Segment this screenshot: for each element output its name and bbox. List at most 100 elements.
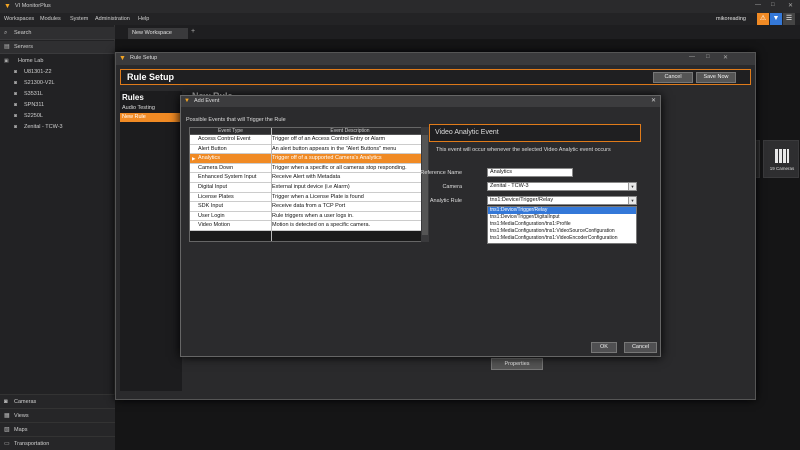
menu-administration[interactable]: Administration xyxy=(95,16,130,22)
mouse-cursor-icon: ↖ xyxy=(574,200,580,206)
filter-icon[interactable]: ▼ xyxy=(770,13,782,25)
event-desc: Trigger off of an Access Control Entry o… xyxy=(272,136,386,142)
table-row[interactable]: Video Motion Motion is detected on a spe… xyxy=(190,221,428,231)
building-icon: ▣ xyxy=(4,58,9,64)
event-desc: An alert button appears in the "Alert Bu… xyxy=(272,145,397,152)
dropdown-option[interactable]: tns1:MediaConfiguration/tns1:VideoEncode… xyxy=(488,235,636,242)
event-type: Enhanced System Input xyxy=(198,174,257,181)
tree-device[interactable]: ◙ Zenital - TCW-3 xyxy=(0,122,115,133)
servers-header[interactable]: ▤ Servers xyxy=(0,41,115,54)
table-row[interactable]: Alert Button An alert button appears in … xyxy=(190,144,428,155)
camera-tile[interactable]: 19 Cameras xyxy=(763,140,799,178)
tree-device[interactable]: ◙ S2250L xyxy=(0,111,115,122)
nav-views[interactable]: ▦ Views xyxy=(0,408,115,422)
rule-item-selected[interactable]: New Rule xyxy=(120,113,182,122)
close-button[interactable]: ✕ xyxy=(723,54,728,61)
minimize-button[interactable]: — xyxy=(755,2,761,8)
tree-site[interactable]: ▣ Home Lab xyxy=(0,56,115,67)
event-type: Analytics xyxy=(198,155,221,162)
analytic-rule-select[interactable]: tns1:Device/Trigger/Relay ▼ xyxy=(487,196,637,205)
search-row[interactable]: ⌕ Search xyxy=(0,27,115,40)
save-now-button[interactable]: Save Now xyxy=(696,72,736,83)
panel-title: Video Analytic Event xyxy=(435,129,499,136)
event-desc: Trigger off of a supported Camera's Anal… xyxy=(272,155,382,162)
tree-device[interactable]: ◙ SPN311 xyxy=(0,100,115,111)
camera-icon: ◙ xyxy=(14,124,18,130)
event-desc: Motion is detected on a specific camera. xyxy=(272,222,371,229)
cancel-button[interactable]: Cancel xyxy=(624,342,657,353)
table-row[interactable]: Access Control Event Trigger off of an A… xyxy=(190,135,428,145)
ok-button[interactable]: OK xyxy=(591,342,617,353)
row-pointer-icon: ▶ xyxy=(192,156,196,162)
camera-select[interactable]: Zenital - TCW-3 ▼ xyxy=(487,182,637,191)
tree-device[interactable]: ◙ S3531L xyxy=(0,89,115,100)
table-row[interactable]: Digital Input External input device (i.e… xyxy=(190,183,428,193)
tree-device[interactable]: ◙ S21300-V2L xyxy=(0,78,115,89)
workspace-tabs xyxy=(115,25,800,39)
alert-bell-icon[interactable]: ⚠ xyxy=(757,13,769,25)
analytic-rule-value: tns1:Device/Trigger/Relay xyxy=(490,197,554,203)
dropdown-option[interactable]: tns1:MediaConfiguration/tns1:VideoSource… xyxy=(488,228,636,235)
reference-name-input[interactable]: Analytics xyxy=(487,168,573,177)
event-type: SDK Input xyxy=(198,203,224,210)
table-row[interactable]: SDK Input Receive data from a TCP Port xyxy=(190,202,428,212)
menu-help[interactable]: Help xyxy=(138,16,149,22)
camera-icon: ◙ xyxy=(14,91,18,97)
add-event-dialog: ▼ Add Event ✕ Possible Events that will … xyxy=(180,95,661,357)
close-icon[interactable]: ✕ xyxy=(651,97,656,104)
app-logo-icon: ▼ xyxy=(184,98,190,104)
menu-workspaces[interactable]: Workspaces xyxy=(4,16,34,22)
grid-icon: ▦ xyxy=(4,413,10,419)
event-type: Alert Button xyxy=(198,145,227,152)
event-desc: Receive Alert with Metadata xyxy=(272,174,341,181)
rule-setup-heading: Rule Setup xyxy=(127,72,175,82)
table-row-selected[interactable]: ▶ Analytics Trigger off of a supported C… xyxy=(190,154,428,164)
maximize-button[interactable]: □ xyxy=(706,54,710,60)
camera-icon: ◙ xyxy=(4,399,8,405)
add-tab-button[interactable]: + xyxy=(191,28,195,35)
user-menu-icon[interactable]: ☰ xyxy=(783,13,795,25)
dropdown-option[interactable]: tns1:MediaConfiguration/tns1:Profile xyxy=(488,221,636,228)
rule-item[interactable]: Audio Testing xyxy=(120,104,182,113)
nav-transportation[interactable]: ▭ Transportation xyxy=(0,436,115,450)
minimize-button[interactable]: — xyxy=(689,54,695,60)
menu-bar: Workspaces Modules System Administration… xyxy=(0,13,800,25)
table-row[interactable]: Enhanced System Input Receive Alert with… xyxy=(190,173,428,183)
nav-maps[interactable]: ▧ Maps xyxy=(0,422,115,436)
table-row[interactable]: Camera Down Trigger when a specific or a… xyxy=(190,163,428,174)
analytic-rule-dropdown-list: tns1:Device/Trigger/Relay tns1:Device/Tr… xyxy=(487,206,637,244)
event-type: License Plates xyxy=(198,193,234,200)
chevron-down-icon[interactable]: ▼ xyxy=(628,183,636,190)
table-row[interactable]: License Plates Trigger when a License Pl… xyxy=(190,192,428,203)
event-type: Camera Down xyxy=(198,164,234,171)
chevron-down-icon[interactable]: ▼ xyxy=(628,197,636,204)
analytic-rule-label: Analytic Rule xyxy=(429,198,462,204)
add-event-title: Add Event xyxy=(194,98,220,104)
properties-button[interactable]: Properties xyxy=(491,358,543,370)
events-table-header: Event Type Event Description xyxy=(190,128,428,135)
column-divider xyxy=(271,128,272,241)
event-desc: Rule triggers when a user logs in. xyxy=(272,212,354,219)
camera-icon: ◙ xyxy=(14,102,18,108)
event-desc: Trigger when a License Plate is found xyxy=(272,193,364,200)
search-icon: ⌕ xyxy=(4,30,8,36)
event-desc: Trigger when a specific or all cameras s… xyxy=(272,164,407,171)
camera-icon: ◙ xyxy=(14,80,18,86)
tab-new-workspace[interactable]: New Workspace xyxy=(128,28,188,39)
close-button[interactable]: ✕ xyxy=(788,2,793,9)
tree-device[interactable]: ◙ U81301-Z2 xyxy=(0,67,115,78)
panel-description: This event will occur whenever the selec… xyxy=(436,147,611,153)
table-row[interactable]: User Login Rule triggers when a user log… xyxy=(190,211,428,222)
app-logo-icon: ▼ xyxy=(4,3,11,10)
dropdown-option-selected[interactable]: tns1:Device/Trigger/Relay xyxy=(488,207,636,214)
nav-cameras[interactable]: ◙ Cameras xyxy=(0,394,115,408)
cancel-button[interactable]: Cancel xyxy=(653,72,693,83)
menu-system[interactable]: System xyxy=(70,16,88,22)
menu-modules[interactable]: Modules xyxy=(40,16,61,22)
add-event-title-bar: ▼ Add Event ✕ xyxy=(181,96,660,107)
event-desc: External input device (i.e Alarm) xyxy=(272,184,350,190)
event-desc: Receive data from a TCP Port xyxy=(272,203,346,210)
dropdown-option[interactable]: tns1:Device/Trigger/DigitalInput xyxy=(488,214,636,221)
title-bar: ▼ VI MonitorPlus — □ ✕ xyxy=(0,0,800,13)
maximize-button[interactable]: □ xyxy=(771,2,775,8)
